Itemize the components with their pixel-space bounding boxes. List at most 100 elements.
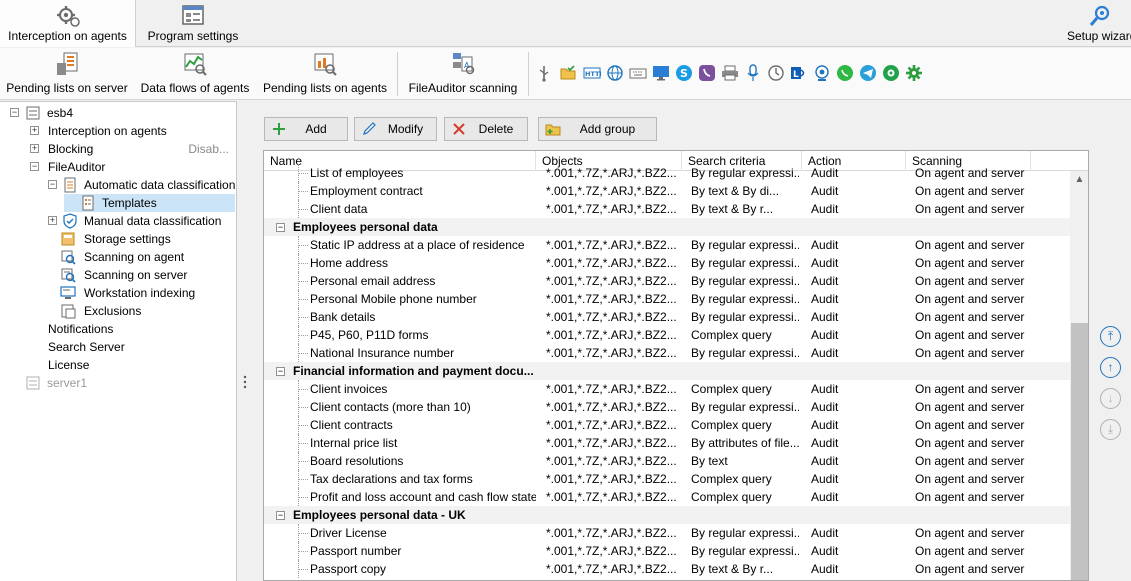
table-row[interactable]: Board resolutions *.001,*.7Z,*.ARJ,*.BZ2.… <box>264 452 1070 470</box>
table-row[interactable]: Client contacts (more than 10) *.001,*.7Z… <box>264 398 1070 416</box>
table-row[interactable]: National Insurance number *.001,*.7Z,*.AR… <box>264 344 1070 362</box>
move-down-button[interactable]: ↓ <box>1100 388 1121 409</box>
data-flows-of-agents-button[interactable]: Data flows of agents <box>138 48 252 100</box>
table-row[interactable]: Personal Mobile phone number *.001,*.7Z,*… <box>264 290 1070 308</box>
table-row[interactable]: Tax declarations and tax forms *.001,*.7Z… <box>264 470 1070 488</box>
microphone-icon[interactable] <box>744 64 762 82</box>
move-up-button[interactable]: ↑ <box>1100 357 1121 378</box>
telegram-icon[interactable] <box>859 64 877 82</box>
cell-action: Audit <box>811 544 839 558</box>
collapse-toggle[interactable]: − <box>276 223 285 232</box>
expand-toggle[interactable]: + <box>30 144 39 153</box>
skype-icon[interactable]: S <box>675 64 693 82</box>
settings-icon[interactable] <box>905 64 923 82</box>
tab-program-settings[interactable]: Program settings <box>138 0 248 47</box>
table-row[interactable]: Client invoices *.001,*.7Z,*.ARJ,*.BZ2...… <box>264 380 1070 398</box>
modify-button[interactable]: Modify <box>354 117 437 141</box>
http-icon[interactable]: HTTP <box>583 64 601 82</box>
collapse-toggle[interactable]: − <box>276 367 285 376</box>
tab-interception-on-agents[interactable]: Interception on agents <box>0 0 136 47</box>
cell-objects: *.001,*.7Z,*.ARJ,*.BZ2... <box>546 256 677 270</box>
collapse-toggle[interactable]: − <box>48 180 57 189</box>
document-icon <box>64 177 76 193</box>
tree-item-storage-settings[interactable]: Storage settings <box>61 230 235 248</box>
table-row[interactable]: Driver License *.001,*.7Z,*.ARJ,*.BZ2... B… <box>264 524 1070 542</box>
clock-icon[interactable] <box>767 64 785 82</box>
group-row[interactable]: − Employees personal data - UK <box>264 506 1070 524</box>
tree-item-workstation-indexing[interactable]: Workstation indexing <box>60 284 235 302</box>
table-row[interactable]: Passport copy *.001,*.7Z,*.ARJ,*.BZ2... By… <box>264 560 1070 578</box>
tree-item-interception-on-agents[interactable]: + Interception on agents <box>28 122 235 140</box>
tree-item-search-server[interactable]: Search Server <box>48 338 235 356</box>
whatsapp-icon[interactable] <box>836 64 854 82</box>
pending-lists-on-agents-button[interactable]: Pending lists on agents <box>260 48 390 100</box>
cell-objects: *.001,*.7Z,*.ARJ,*.BZ2... <box>546 328 677 342</box>
cell-action: Audit <box>811 166 839 180</box>
group-row[interactable]: − Financial information and payment docu.… <box>264 362 1070 380</box>
viber-icon[interactable] <box>698 64 716 82</box>
usb-icon[interactable] <box>535 64 553 82</box>
splitter-grip[interactable] <box>243 374 247 390</box>
table-row[interactable]: List of employees *.001,*.7Z,*.ARJ,*.BZ2.… <box>264 164 1070 182</box>
webcam-icon[interactable] <box>813 64 831 82</box>
expand-toggle[interactable]: + <box>48 216 57 225</box>
group-row[interactable]: − Employees personal data <box>264 218 1070 236</box>
tab-setup-wizard[interactable]: Setup wizard <box>1060 0 1131 47</box>
fileauditor-scanning-button[interactable]: A FileAuditor scanning <box>404 48 522 100</box>
cell-name: Client contacts (more than 10) <box>310 400 471 414</box>
cell-objects: *.001,*.7Z,*.ARJ,*.BZ2... <box>546 346 677 360</box>
tree-item-exclusions[interactable]: Exclusions <box>61 302 235 320</box>
pending-lists-on-server-button[interactable]: Pending lists on server <box>4 48 130 100</box>
table-row[interactable]: Home address *.001,*.7Z,*.ARJ,*.BZ2... By … <box>264 254 1070 272</box>
tree-item-automatic-data-classification[interactable]: − Automatic data classification <box>46 176 235 194</box>
table-row[interactable]: Static IP address at a place of residenc… <box>264 236 1070 254</box>
table-row[interactable]: Profit and loss account and cash flow st… <box>264 488 1070 506</box>
collapse-toggle[interactable]: − <box>10 108 19 117</box>
tree-item-templates[interactable]: Templates <box>64 194 235 212</box>
tree-node-server1[interactable]: server1 <box>10 374 235 392</box>
tree-item-notifications[interactable]: Notifications <box>48 320 235 338</box>
tree-item-blocking[interactable]: + Blocking Disab... <box>28 140 235 158</box>
cell-name: Passport number <box>310 544 402 558</box>
icq-icon[interactable] <box>882 64 900 82</box>
add-group-button[interactable]: Add group <box>538 117 657 141</box>
table-row[interactable]: Client data *.001,*.7Z,*.ARJ,*.BZ2... By t… <box>264 200 1070 218</box>
table-row[interactable]: Personal email address *.001,*.7Z,*.ARJ,*… <box>264 272 1070 290</box>
move-to-bottom-button[interactable]: ⤓ <box>1100 419 1121 440</box>
expand-toggle[interactable]: + <box>30 126 39 135</box>
tree-item-fileauditor[interactable]: − FileAuditor <box>28 158 235 176</box>
printer-icon[interactable] <box>721 64 739 82</box>
keyboard-icon[interactable] <box>629 64 647 82</box>
table-row[interactable]: Passport number *.001,*.7Z,*.ARJ,*.BZ2...… <box>264 542 1070 560</box>
lync-icon[interactable]: L <box>790 64 808 82</box>
cell-action: Audit <box>811 202 839 216</box>
add-button[interactable]: Add <box>264 117 348 141</box>
button-label: Delete <box>478 122 514 136</box>
tree-node-label: Blocking <box>48 142 94 156</box>
cell-name: Tax declarations and tax forms <box>310 472 473 486</box>
cell-action: Audit <box>811 382 839 396</box>
tree-item-scanning-on-server[interactable]: Scanning on server <box>61 266 235 284</box>
tree-node-root[interactable]: − esb4 <box>10 104 235 122</box>
tree-item-license[interactable]: License <box>48 356 235 374</box>
table-row[interactable]: P45, P60, P11D forms *.001,*.7Z,*.ARJ,*.B… <box>264 326 1070 344</box>
folder-icon[interactable] <box>559 64 577 82</box>
table-row[interactable]: Bank details *.001,*.7Z,*.ARJ,*.BZ2... By … <box>264 308 1070 326</box>
tree-line <box>298 542 308 560</box>
vertical-scrollbar[interactable]: ▲ <box>1070 171 1088 580</box>
collapse-toggle[interactable]: − <box>276 511 285 520</box>
collapse-toggle[interactable]: − <box>30 162 39 171</box>
table-row[interactable]: Client contracts *.001,*.7Z,*.ARJ,*.BZ2..… <box>264 416 1070 434</box>
table-row[interactable]: Internal price list *.001,*.7Z,*.ARJ,*.BZ… <box>264 434 1070 452</box>
delete-button[interactable]: Delete <box>444 117 528 141</box>
cell-search-criteria: By attributes of file... <box>691 436 799 450</box>
tree-line <box>298 560 308 578</box>
table-row[interactable]: Employment contract *.001,*.7Z,*.ARJ,*.BZ… <box>264 182 1070 200</box>
scroll-up-arrow[interactable]: ▲ <box>1074 175 1085 185</box>
screen-icon[interactable] <box>652 64 670 82</box>
tree-item-scanning-on-agent[interactable]: Scanning on agent <box>61 248 235 266</box>
move-to-top-button[interactable]: ⤒ <box>1100 326 1121 347</box>
web-icon[interactable] <box>606 64 624 82</box>
scrollbar-thumb[interactable] <box>1071 323 1088 580</box>
tree-item-manual-data-classification[interactable]: + Manual data classification <box>46 212 235 230</box>
